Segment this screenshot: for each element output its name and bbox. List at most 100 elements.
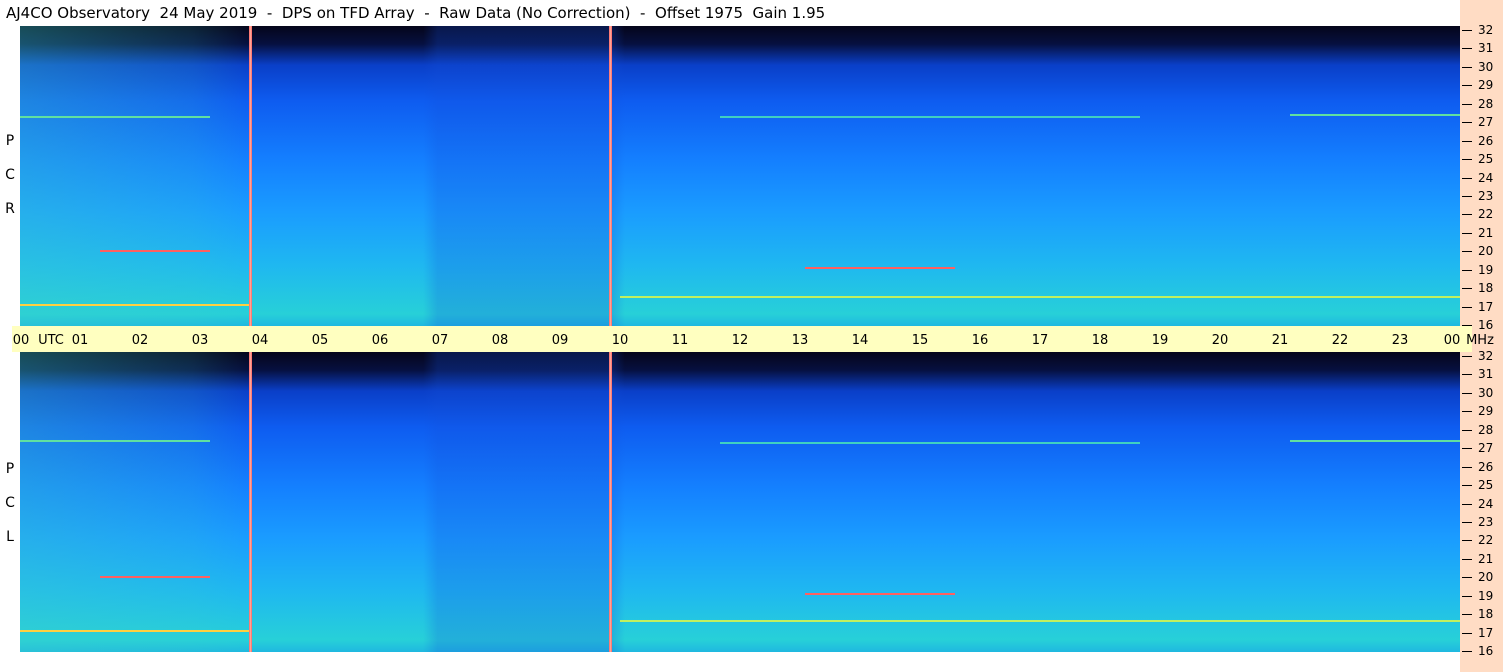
frequency-tick-label: 18 <box>1478 607 1494 622</box>
lcp-letter-c: C <box>5 495 15 511</box>
lcp-emission-band <box>620 620 1460 622</box>
frequency-tick-label: 31 <box>1478 367 1494 382</box>
lcp-interference-column <box>249 352 252 652</box>
frequency-tick-mark <box>1462 30 1472 31</box>
lcp-interference-column <box>609 352 612 652</box>
frequency-tick-mark <box>1462 448 1472 450</box>
lcp-emission-band <box>20 440 210 442</box>
frequency-tick-label: 27 <box>1478 441 1494 456</box>
frequency-tick-label: 21 <box>1478 225 1494 240</box>
frequency-tick-mark <box>1462 558 1472 560</box>
utc-hour-tick: 23 <box>1391 333 1409 348</box>
frequency-tick-label: 21 <box>1478 551 1494 566</box>
utc-hour-tick: 03 <box>191 333 209 348</box>
lcp-spectrogram-image <box>20 352 1460 652</box>
frequency-tick-label: 25 <box>1478 152 1494 167</box>
frequency-tick-label: 32 <box>1478 349 1494 363</box>
utc-hour-tick: 16 <box>971 333 989 348</box>
frequency-tick-mark <box>1462 214 1472 216</box>
utc-hour-tick: 00 <box>12 333 30 348</box>
frequency-tick-mark <box>1462 392 1472 394</box>
rcp-emission-band <box>20 304 250 306</box>
utc-hour-tick: 17 <box>1031 333 1049 348</box>
lcp-letter-l: L <box>6 529 14 545</box>
rcp-emission-band <box>720 116 1140 118</box>
lcp-spectrogram <box>20 352 1460 652</box>
frequency-tick-mark <box>1462 66 1472 68</box>
frequency-tick-mark <box>1462 288 1472 290</box>
lcp-emission-band <box>1290 440 1460 442</box>
frequency-tick-label: 23 <box>1478 188 1494 203</box>
rcp-letter-r: R <box>5 201 15 217</box>
frequency-tick-label: 16 <box>1478 318 1494 332</box>
rcp-letter-c: C <box>5 167 15 183</box>
rcp-emission-band <box>620 296 1460 298</box>
frequency-tick-mark <box>1462 540 1472 542</box>
frequency-tick-label: 20 <box>1478 244 1494 259</box>
frequency-tick-label: 30 <box>1478 385 1494 400</box>
frequency-tick-label: 19 <box>1478 588 1494 603</box>
mhz-unit-label: MHz <box>1466 333 1494 348</box>
utc-hour-tick: 10 <box>611 333 629 348</box>
frequency-tick-label: 19 <box>1478 262 1494 277</box>
rcp-spectrogram <box>20 26 1460 326</box>
rcp-emission-band <box>1290 114 1460 116</box>
utc-hour-tick: 04 <box>251 333 269 348</box>
frequency-tick-label: 32 <box>1478 23 1494 37</box>
utc-hour-tick: 07 <box>431 333 449 348</box>
frequency-tick-label: 16 <box>1478 644 1494 658</box>
rcp-spectrogram-image <box>20 26 1460 326</box>
frequency-tick-mark <box>1462 485 1472 487</box>
utc-hour-tick: 06 <box>371 333 389 348</box>
utc-hour-tick: 13 <box>791 333 809 348</box>
frequency-tick-label: 26 <box>1478 133 1494 148</box>
utc-hour-tick: 00 <box>1443 333 1461 348</box>
frequency-tick-mark <box>1462 306 1472 308</box>
frequency-tick-mark <box>1462 269 1472 271</box>
rcp-emission-band <box>20 116 210 118</box>
frequency-tick-label: 25 <box>1478 478 1494 493</box>
frequency-tick-label: 30 <box>1478 59 1494 74</box>
frequency-tick-label: 17 <box>1478 299 1494 314</box>
frequency-tick-mark <box>1462 521 1472 523</box>
frequency-tick-label: 31 <box>1478 41 1494 56</box>
frequency-tick-mark <box>1462 159 1472 161</box>
frequency-tick-mark <box>1462 577 1472 579</box>
frequency-tick-label: 23 <box>1478 514 1494 529</box>
frequency-tick-label: 17 <box>1478 625 1494 640</box>
utc-hour-tick: 15 <box>911 333 929 348</box>
frequency-tick-mark <box>1462 85 1472 87</box>
frequency-tick-label: 28 <box>1478 422 1494 437</box>
frequency-tick-mark <box>1462 195 1472 197</box>
rcp-letter-p: P <box>5 133 15 149</box>
frequency-tick-mark <box>1462 466 1472 468</box>
frequency-tick-label: 26 <box>1478 459 1494 474</box>
frequency-tick-mark <box>1462 140 1472 142</box>
rcp-interference-trace <box>805 267 955 269</box>
utc-hour-tick: 19 <box>1151 333 1169 348</box>
utc-hour-tick: 22 <box>1331 333 1349 348</box>
lcp-letter-p: P <box>5 461 15 477</box>
utc-hour-tick: 02 <box>131 333 149 348</box>
frequency-tick-label: 22 <box>1478 533 1494 548</box>
frequency-tick-label: 29 <box>1478 78 1494 93</box>
utc-hour-tick: 01 <box>71 333 89 348</box>
frequency-tick-mark <box>1462 325 1472 326</box>
frequency-tick-mark <box>1462 232 1472 234</box>
frequency-tick-label: 18 <box>1478 281 1494 296</box>
utc-hour-tick: 12 <box>731 333 749 348</box>
lcp-emission-band <box>720 442 1140 444</box>
frequency-tick-label: 29 <box>1478 404 1494 419</box>
frequency-tick-mark <box>1462 122 1472 124</box>
frequency-tick-mark <box>1462 103 1472 105</box>
utc-hour-tick: 14 <box>851 333 869 348</box>
frequency-tick-label: 27 <box>1478 115 1494 130</box>
utc-hour-tick: 20 <box>1211 333 1229 348</box>
frequency-tick-label: 22 <box>1478 207 1494 222</box>
frequency-tick-mark <box>1462 411 1472 413</box>
frequency-tick-mark <box>1462 429 1472 431</box>
lcp-interference-trace <box>805 593 955 595</box>
utc-hour-tick: 08 <box>491 333 509 348</box>
lcp-interference-trace <box>100 576 210 578</box>
frequency-tick-mark <box>1462 632 1472 634</box>
